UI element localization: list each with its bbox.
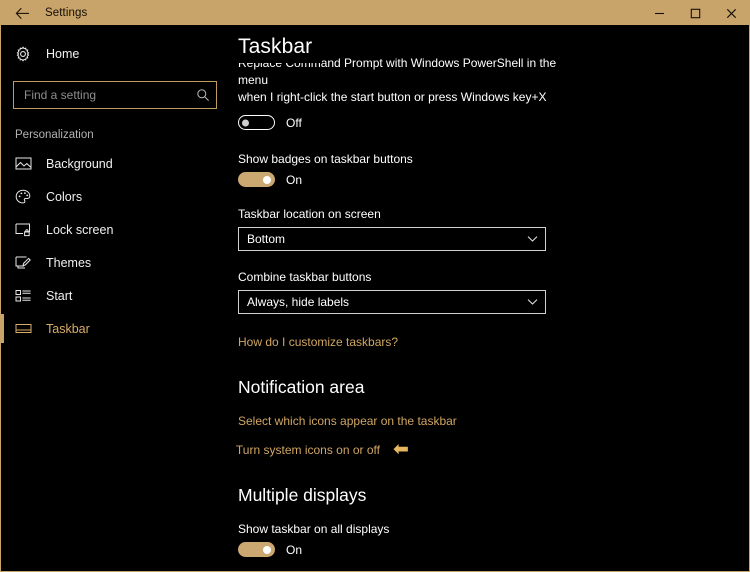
- title-bar: Settings: [1, 1, 749, 25]
- setting-powershell: Replace Command Prompt with Windows Powe…: [238, 55, 749, 130]
- settings-scroll-area[interactable]: Replace Command Prompt with Windows Powe…: [229, 25, 749, 571]
- turn-system-icons-link[interactable]: Turn system icons on or off: [236, 443, 380, 457]
- content-pane: Taskbar Replace Command Prompt with Wind…: [229, 25, 749, 571]
- sidebar-item-background[interactable]: Background: [1, 147, 229, 180]
- chevron-down-icon: [519, 298, 545, 306]
- sidebar-home-label: Home: [46, 47, 80, 61]
- maximize-button[interactable]: [677, 1, 713, 25]
- taskbar-location-value: Bottom: [247, 232, 286, 246]
- taskbar-location-dropdown[interactable]: Bottom: [238, 227, 546, 251]
- setting-show-on-all-displays: Show taskbar on all displays On: [238, 522, 749, 557]
- taskbar-icon: [15, 322, 41, 335]
- sidebar-item-label: Lock screen: [46, 222, 114, 237]
- page-title: Taskbar: [238, 33, 323, 63]
- powershell-toggle[interactable]: [238, 115, 275, 130]
- chevron-down-icon: [519, 235, 545, 243]
- sidebar-item-themes[interactable]: Themes: [1, 246, 229, 279]
- show-on-all-displays-toggle[interactable]: [238, 542, 275, 557]
- search-box[interactable]: [13, 81, 217, 109]
- search-icon[interactable]: [190, 88, 216, 102]
- combine-buttons-dropdown[interactable]: Always, hide labels: [238, 290, 546, 314]
- setting-taskbar-location: Taskbar location on screen Bottom: [238, 207, 749, 251]
- sidebar-group-label: Personalization: [15, 129, 94, 141]
- sidebar-item-lock-screen[interactable]: Lock screen: [1, 213, 229, 246]
- sidebar-item-label: Colors: [46, 189, 83, 204]
- section-notification-area: Notification area Select which icons app…: [236, 377, 749, 460]
- lock-screen-icon: [15, 222, 41, 237]
- gear-icon: [15, 46, 41, 62]
- start-grid-icon: [15, 289, 41, 303]
- sidebar-item-start[interactable]: Start: [1, 279, 229, 312]
- powershell-description-line2: when I right-click the start button or p…: [238, 90, 547, 104]
- sidebar-item-label: Start: [46, 288, 73, 303]
- combine-buttons-value: Always, hide labels: [247, 295, 350, 309]
- toggle-knob: [242, 119, 249, 126]
- themes-brush-icon: [15, 255, 41, 270]
- combine-buttons-label: Combine taskbar buttons: [238, 270, 372, 284]
- window-body: Home Personalization: [1, 25, 749, 571]
- annotation-arrow-left-icon: ⬅: [392, 438, 409, 460]
- minimize-button[interactable]: [641, 1, 677, 25]
- sidebar: Home Personalization: [1, 25, 229, 571]
- back-button[interactable]: [1, 1, 43, 25]
- show-badges-toggle-state: On: [286, 172, 303, 187]
- show-on-all-displays-label: Show taskbar on all displays: [238, 522, 390, 536]
- show-on-all-displays-toggle-state: On: [286, 542, 303, 557]
- powershell-toggle-state: Off: [286, 115, 302, 130]
- sidebar-item-home[interactable]: Home: [1, 39, 229, 69]
- maximize-icon: [690, 8, 701, 19]
- toggle-knob: [263, 175, 271, 184]
- minimize-icon: [654, 8, 665, 19]
- select-icons-link[interactable]: Select which icons appear on the taskbar: [238, 414, 457, 428]
- taskbar-location-label: Taskbar location on screen: [238, 207, 381, 221]
- sidebar-item-taskbar[interactable]: Taskbar: [1, 312, 229, 345]
- customize-taskbars-link[interactable]: How do I customize taskbars?: [238, 335, 398, 349]
- window-title: Settings: [45, 7, 88, 19]
- search-input[interactable]: [14, 82, 190, 108]
- picture-icon: [15, 156, 41, 171]
- notification-area-heading: Notification area: [238, 377, 365, 397]
- palette-icon: [15, 189, 41, 205]
- sidebar-item-label: Background: [46, 156, 113, 171]
- show-badges-toggle[interactable]: [238, 172, 275, 187]
- sidebar-item-label: Themes: [46, 255, 92, 270]
- setting-show-badges: Show badges on taskbar buttons On: [238, 152, 749, 187]
- multiple-displays-heading: Multiple displays: [238, 485, 367, 505]
- toggle-knob: [263, 545, 271, 554]
- section-multiple-displays: Multiple displays Show taskbar on all di…: [238, 485, 749, 571]
- powershell-toggle-row: Off: [238, 115, 749, 130]
- close-icon: [726, 8, 737, 19]
- show-on-all-displays-toggle-row: On: [238, 542, 749, 557]
- sidebar-item-label: Taskbar: [46, 321, 90, 336]
- close-button[interactable]: [713, 1, 749, 25]
- settings-window: Settings Home Find a setting Personaliza…: [0, 0, 750, 572]
- back-arrow-icon: [15, 7, 30, 20]
- sidebar-item-colors[interactable]: Colors: [1, 180, 229, 213]
- show-badges-toggle-row: On: [238, 172, 749, 187]
- window-controls: [641, 1, 749, 25]
- show-badges-label: Show badges on taskbar buttons: [238, 152, 413, 166]
- setting-combine-buttons: Combine taskbar buttons Always, hide lab…: [238, 270, 749, 314]
